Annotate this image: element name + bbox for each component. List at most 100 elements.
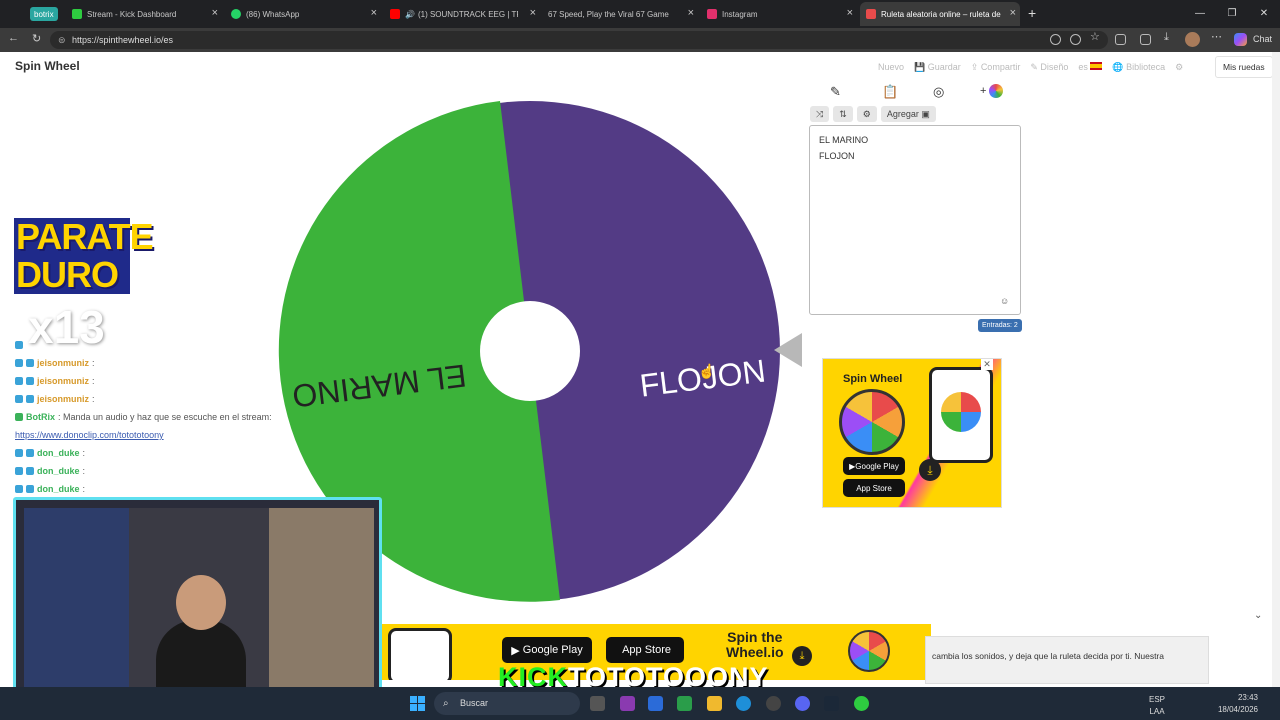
download-icon[interactable]: ⤓ (1164, 31, 1169, 44)
maximize-icon[interactable]: ❐ (1216, 0, 1248, 28)
google-play-button[interactable]: ▶ Google Play (502, 637, 592, 663)
add-image-label: Agregar (886, 109, 919, 119)
google-play-button[interactable]: ▶ Google Play (843, 457, 905, 475)
chat-line (15, 336, 335, 354)
chevron-down-icon[interactable]: ⌄ (1254, 610, 1262, 621)
new-tab-icon[interactable]: + (1028, 5, 1036, 21)
tab-67-speed[interactable]: 67 Speed, Play the Viral 67 Game × (542, 2, 698, 26)
favorite-star-icon[interactable]: ☆ (1090, 30, 1100, 43)
entries-textarea[interactable]: EL MARINO FLOJON (809, 125, 1021, 315)
chat-line: jeisonmuniz: (15, 390, 335, 408)
steam-icon[interactable] (824, 696, 839, 711)
extensions-icon[interactable] (1115, 34, 1126, 45)
tab-label: botrix (34, 9, 54, 19)
chat-user: BotRix (26, 412, 55, 422)
back-icon[interactable]: ← (8, 32, 19, 44)
badge-icon (15, 413, 23, 421)
sort-icon[interactable]: ⇅ (833, 106, 853, 122)
tab-label: 67 Speed, Play the Viral 67 Game (548, 9, 669, 19)
close-icon[interactable]: × (371, 7, 377, 19)
spain-flag-icon (1090, 62, 1103, 70)
badge-icon (26, 449, 34, 457)
shuffle-icon[interactable]: ⤨ (810, 106, 830, 122)
discord-icon[interactable] (795, 696, 810, 711)
task-view-icon[interactable] (590, 696, 605, 711)
wheel-center[interactable] (480, 301, 580, 401)
site-info-icon[interactable]: ⊜ (58, 31, 66, 49)
copilot-icon[interactable] (1234, 33, 1247, 46)
add-color-icon[interactable]: + (980, 84, 1004, 98)
clock[interactable]: 23:43 18/04/2026 (1198, 692, 1258, 716)
ad-banner-right[interactable]: Spin Wheel ✕ ▶ Google Play App Store ⤓ (822, 358, 1002, 508)
close-icon[interactable]: × (688, 7, 694, 19)
date-label: 18/04/2026 (1217, 705, 1258, 714)
taskbar-search[interactable]: ⌕ Buscar (434, 692, 580, 715)
zoom-icon[interactable] (1050, 34, 1061, 45)
app-store-button[interactable]: App Store (843, 479, 905, 497)
nav-share[interactable]: ⇪ Compartir (971, 62, 1021, 73)
editor-toolbar: ⤨ ⇅ ⚙ Agregar ▣ (810, 106, 936, 122)
time-label: 23:43 (1237, 693, 1258, 702)
entry-line: FLOJON (819, 151, 855, 161)
pencil-icon[interactable]: ✎ (830, 84, 841, 100)
tab-kick-dashboard[interactable]: Stream - Kick Dashboard × (66, 2, 222, 26)
chat-link[interactable]: https://www.donoclip.com/totototoony (15, 426, 164, 444)
reload-icon[interactable]: ↻ (32, 32, 41, 45)
app-icon[interactable] (854, 696, 869, 711)
obs-icon[interactable] (766, 696, 781, 711)
tab-botrix[interactable]: botrix (30, 7, 58, 21)
phone-illustration (388, 628, 452, 680)
top-nav: Nuevo 💾 Guardar ⇪ Compartir ✎ Diseño es … (878, 62, 1183, 73)
app-store-button[interactable]: App Store (606, 637, 684, 663)
close-icon[interactable]: × (212, 7, 218, 19)
url-field[interactable]: ⊜ https://spinthewheel.io/es (50, 31, 1108, 49)
nav-language[interactable]: es (1078, 62, 1103, 73)
nav-save[interactable]: 💾 Guardar (914, 62, 961, 73)
tab-whatsapp[interactable]: (86) WhatsApp × (225, 2, 381, 26)
folder-icon[interactable] (707, 696, 722, 711)
badge-icon (15, 467, 23, 475)
more-menu-icon[interactable]: ⋯ (1211, 30, 1222, 43)
add-image-button[interactable]: Agregar ▣ (880, 106, 936, 122)
nav-design[interactable]: ✎ Diseño (1030, 62, 1068, 73)
emoji-icon[interactable]: ☺ (1000, 296, 1009, 306)
overlay-title: PARATE DURO (14, 216, 154, 295)
minimize-icon[interactable]: — (1184, 0, 1216, 28)
page-description: cambia los sonidos, y deja que la ruleta… (925, 636, 1209, 684)
tracking-icon[interactable] (1070, 34, 1081, 45)
collections-icon[interactable] (1140, 34, 1151, 45)
ad-close-icon[interactable]: ✕ (981, 359, 993, 370)
close-icon[interactable]: × (847, 7, 853, 19)
profile-avatar[interactable] (1185, 32, 1200, 47)
system-tray: ESP LAA 23:43 18/04/2026 (1149, 692, 1258, 716)
close-icon[interactable]: × (1010, 7, 1016, 19)
language-indicator[interactable]: ESP LAA (1128, 694, 1186, 718)
chat-line: jeisonmuniz: (15, 372, 335, 390)
instagram-icon (707, 9, 717, 19)
gear-icon[interactable]: ⚙ (856, 106, 877, 122)
tab-ruleta[interactable]: Ruleta aleatoria online – ruleta de × (860, 2, 1020, 26)
nav-label: Guardar (927, 62, 961, 72)
site-logo[interactable]: Spin Wheel (15, 59, 80, 73)
tab-youtube[interactable]: 🔊(1) SOUNDTRACK EEG | TROM × (384, 2, 540, 26)
clipboard-icon[interactable]: 📋 (882, 84, 898, 100)
chat-user: jeisonmuniz (37, 394, 90, 404)
settings-icon[interactable]: ⚙ (1175, 62, 1183, 73)
word-icon[interactable] (648, 696, 663, 711)
my-wheels-button[interactable]: Mis ruedas (1215, 56, 1273, 78)
nav-library[interactable]: 🌐 Biblioteca (1112, 62, 1165, 73)
chat-button[interactable]: Chat (1253, 34, 1272, 44)
tab-instagram[interactable]: Instagram × (701, 2, 857, 26)
chat-user: don_duke (37, 484, 80, 494)
close-icon[interactable]: × (530, 7, 536, 19)
nav-new[interactable]: Nuevo (878, 62, 904, 73)
edge-icon[interactable] (736, 696, 751, 711)
app-store-label: App Store (622, 644, 671, 656)
close-window-icon[interactable]: ✕ (1248, 0, 1280, 28)
scrollbar[interactable] (1272, 52, 1280, 687)
app-icon[interactable] (620, 696, 635, 711)
chat-msg: : (82, 466, 86, 476)
excel-icon[interactable] (677, 696, 692, 711)
hide-icon[interactable]: ◎ (933, 84, 944, 100)
windows-start-icon[interactable] (410, 696, 425, 711)
